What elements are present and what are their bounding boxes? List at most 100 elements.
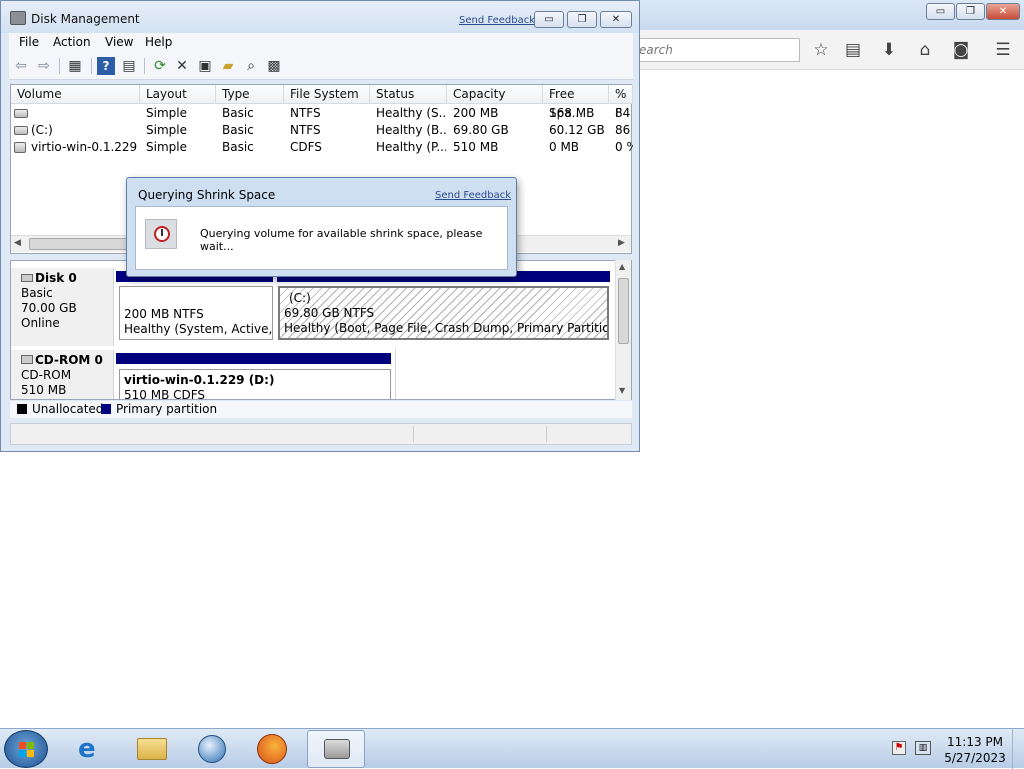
- show-desktop-button[interactable]: [1012, 729, 1024, 769]
- toolbar-separator: [144, 58, 145, 74]
- back-arrow-icon[interactable]: ⇦: [12, 57, 30, 75]
- menu-help[interactable]: Help: [145, 35, 172, 49]
- start-button[interactable]: [4, 730, 48, 768]
- cell-type: Basic: [222, 106, 254, 120]
- partition-cdrom[interactable]: virtio-win-0.1.229 (D:) 510 MB CDFS: [119, 369, 391, 400]
- bookmarks-library-icon[interactable]: ▤: [843, 40, 863, 60]
- menu-view[interactable]: View: [105, 35, 133, 49]
- bookmark-star-icon[interactable]: ☆: [811, 40, 831, 60]
- network-status-icon[interactable]: ▥: [915, 741, 931, 755]
- cell-file-system: CDFS: [290, 140, 322, 154]
- disk-management-window: Disk Management Send Feedback ▭ ❐ ✕ File…: [0, 0, 640, 452]
- partition-label: (C:): [289, 291, 311, 305]
- column-header-file-system[interactable]: File System: [284, 85, 370, 104]
- taskbar-network[interactable]: [184, 730, 242, 768]
- disk-0-label[interactable]: Disk 0 Basic 70.00 GB Online: [11, 268, 114, 346]
- status-bar: [10, 423, 632, 445]
- taskbar: e ⚑ ▥ 11:13 PM 5/27/2023: [0, 728, 1024, 769]
- restore-button[interactable]: ❐: [567, 11, 597, 28]
- globe-icon: [198, 735, 226, 763]
- disk-name: Disk 0: [35, 271, 77, 285]
- help-icon[interactable]: ?: [97, 57, 115, 75]
- cd-drive-icon: [14, 142, 26, 153]
- delete-icon[interactable]: ✕: [173, 57, 191, 75]
- scroll-down-arrow-icon[interactable]: ▼: [619, 386, 625, 395]
- column-header-capacity[interactable]: Capacity: [447, 85, 543, 104]
- divider: [395, 349, 396, 399]
- legend-label-unallocated: Unallocated: [32, 402, 104, 416]
- cdrom-size: 510 MB: [21, 383, 67, 397]
- cell-layout: Simple: [146, 123, 187, 137]
- pocket-icon[interactable]: ◙: [951, 40, 971, 60]
- scroll-up-arrow-icon[interactable]: ▲: [619, 262, 625, 271]
- column-header-percent-free[interactable]: % F: [609, 85, 633, 120]
- cell-free-space: 0 MB: [549, 140, 580, 154]
- column-header-free-space[interactable]: Free Spa...: [543, 85, 609, 120]
- forward-arrow-icon[interactable]: ⇨: [35, 57, 53, 75]
- firefox-icon: [257, 734, 287, 764]
- refresh-icon[interactable]: ⟳: [151, 57, 169, 75]
- status-divider: [413, 426, 414, 442]
- close-button[interactable]: ✕: [600, 11, 632, 28]
- disk-management-icon: [324, 739, 350, 759]
- column-header-layout[interactable]: Layout: [140, 85, 216, 104]
- browser-close-button[interactable]: ✕: [986, 3, 1020, 20]
- disk-icon: [21, 274, 33, 282]
- column-header-volume[interactable]: Volume: [11, 85, 140, 104]
- show-hide-console-tree-icon[interactable]: ▦: [66, 57, 84, 75]
- partition-system-reserved[interactable]: 200 MB NTFS Healthy (System, Active, Pr: [119, 286, 273, 340]
- cell-percent-free: 0 %: [615, 140, 633, 154]
- properties-icon[interactable]: ▣: [196, 57, 214, 75]
- taskbar-internet-explorer[interactable]: e: [62, 730, 120, 768]
- action-center-flag-icon[interactable]: ⚑: [892, 741, 906, 755]
- toolbar-separator: [91, 58, 92, 74]
- toolbar: ⇦ ⇨ ▦ ? ▤ ⟳ ✕ ▣ ▰ ⌕ ▩: [9, 53, 633, 80]
- hamburger-menu-icon[interactable]: ☰: [993, 40, 1013, 60]
- scroll-right-arrow-icon[interactable]: ▶: [618, 238, 625, 248]
- scroll-left-arrow-icon[interactable]: ◀: [14, 238, 21, 248]
- taskbar-firefox[interactable]: [245, 730, 303, 768]
- menu-action[interactable]: Action: [53, 35, 91, 49]
- show-hide-action-pane-icon[interactable]: ▤: [120, 57, 138, 75]
- disk-map-vertical-scrollbar[interactable]: ▲ ▼: [615, 260, 631, 400]
- legend-swatch-primary: [101, 404, 111, 414]
- magnify-icon[interactable]: ⌕: [242, 57, 260, 75]
- cdrom-kind: CD-ROM: [21, 368, 72, 382]
- cell-layout: Simple: [146, 140, 187, 154]
- taskbar-disk-management[interactable]: [307, 730, 365, 768]
- system-clock[interactable]: 11:13 PM 5/27/2023: [944, 734, 1006, 766]
- download-icon[interactable]: ⬇: [879, 40, 899, 60]
- scrollbar-thumb[interactable]: [618, 278, 629, 344]
- home-icon[interactable]: ⌂: [915, 40, 935, 60]
- cell-file-system: NTFS: [290, 123, 321, 137]
- partition-size: 510 MB CDFS: [124, 388, 206, 400]
- minimize-button[interactable]: ▭: [534, 11, 564, 28]
- cell-percent-free: 86: [615, 123, 631, 137]
- column-header-status[interactable]: Status: [370, 85, 447, 104]
- cdrom-0-label[interactable]: CD-ROM 0 CD-ROM 510 MB: [11, 350, 114, 399]
- partition-c-drive[interactable]: (C:) 69.80 GB NTFS Healthy (Boot, Page F…: [278, 286, 609, 340]
- status-divider: [546, 426, 547, 442]
- partition-bar-primary: [116, 353, 391, 364]
- dialog-send-feedback-link[interactable]: Send Feedback: [435, 190, 511, 201]
- cell-capacity: 200 MB: [453, 106, 499, 120]
- scrollbar-thumb[interactable]: [29, 238, 129, 250]
- browser-minimize-button[interactable]: ▭: [926, 3, 955, 20]
- taskbar-file-explorer[interactable]: [124, 730, 182, 768]
- cell-free-space: 60.12 GB: [549, 123, 605, 137]
- browser-titlebar: ▭ ❐ ✕: [638, 0, 1024, 30]
- dialog-message: Querying volume for available shrink spa…: [200, 227, 483, 253]
- disk-kind: Basic: [21, 286, 53, 300]
- settings-icon[interactable]: ▩: [265, 57, 283, 75]
- partition-status: Healthy (Boot, Page File, Crash Dump, Pr…: [284, 321, 609, 335]
- browser-window: ▭ ❐ ✕ earch ☆ ▤ ⬇ ⌂ ◙ ☰: [638, 0, 1024, 728]
- menu-file[interactable]: File: [19, 35, 39, 49]
- column-header-type[interactable]: Type: [216, 85, 284, 104]
- dialog-body: Querying volume for available shrink spa…: [135, 206, 508, 270]
- browser-restore-button[interactable]: ❐: [956, 3, 985, 20]
- partition-label: virtio-win-0.1.229 (D:): [124, 373, 275, 387]
- send-feedback-link[interactable]: Send Feedback: [459, 15, 535, 26]
- open-folder-icon[interactable]: ▰: [219, 57, 237, 75]
- browser-search-input[interactable]: earch: [638, 38, 800, 62]
- cell-file-system: NTFS: [290, 106, 321, 120]
